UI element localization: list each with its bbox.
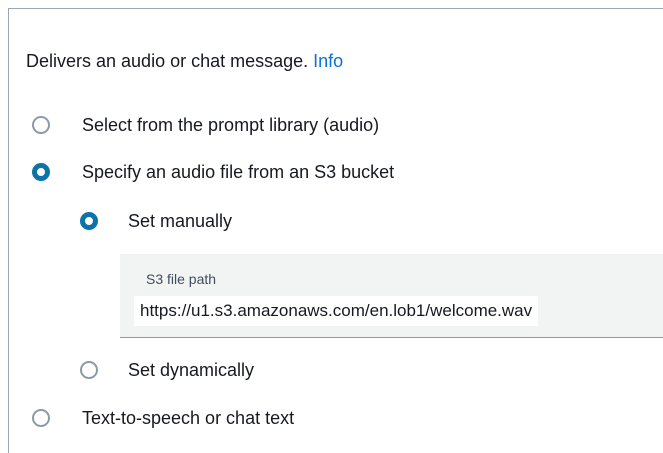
radio-label-set-dynamically: Set dynamically bbox=[128, 360, 255, 380]
radio-button-unchecked[interactable] bbox=[32, 116, 50, 134]
radio-button-unchecked[interactable] bbox=[32, 409, 50, 427]
radio-button-unchecked[interactable] bbox=[80, 361, 98, 379]
radio-button-checked[interactable] bbox=[80, 212, 98, 230]
s3-file-path-field: S3 file path https://u1.s3.amazonaws.com… bbox=[120, 254, 663, 338]
radio-set-manually[interactable]: Set manually bbox=[80, 210, 232, 232]
s3-file-path-input[interactable]: https://u1.s3.amazonaws.com/en.lob1/welc… bbox=[134, 296, 539, 326]
radio-button-checked[interactable] bbox=[32, 163, 50, 181]
radio-label-prompt-library: Select from the prompt library (audio) bbox=[82, 115, 380, 135]
radio-text-to-speech[interactable]: Text-to-speech or chat text bbox=[32, 407, 294, 429]
radio-prompt-library[interactable]: Select from the prompt library (audio) bbox=[32, 114, 379, 136]
radio-label-s3-bucket: Specify an audio file from an S3 bucket bbox=[82, 162, 395, 182]
block-description: Delivers an audio or chat message. Info bbox=[26, 50, 343, 72]
radio-label-text-to-speech: Text-to-speech or chat text bbox=[82, 408, 295, 428]
s3-file-path-label: S3 file path bbox=[146, 271, 217, 287]
info-link[interactable]: Info bbox=[313, 51, 343, 71]
radio-set-dynamically[interactable]: Set dynamically bbox=[80, 359, 254, 381]
radio-label-set-manually: Set manually bbox=[128, 211, 233, 231]
radio-s3-bucket[interactable]: Specify an audio file from an S3 bucket bbox=[32, 161, 394, 183]
description-text: Delivers an audio or chat message. bbox=[26, 51, 309, 71]
